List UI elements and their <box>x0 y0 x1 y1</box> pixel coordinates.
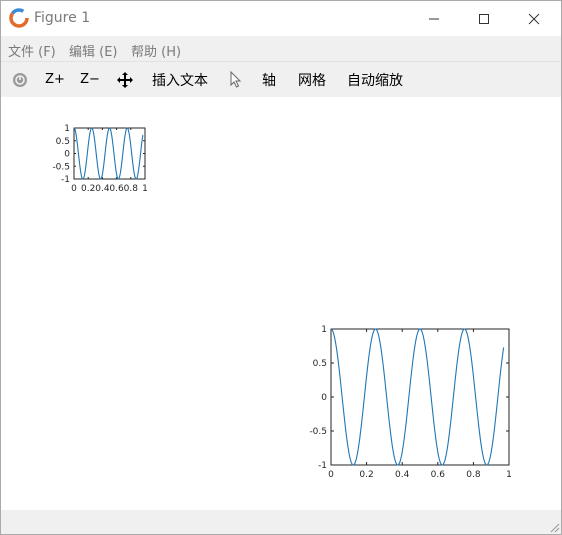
x-tick-label: 0 <box>71 184 77 194</box>
x-tick-label: 0.6 <box>109 184 124 194</box>
y-tick-label: 0 <box>64 150 70 160</box>
octave-app-icon <box>9 8 29 28</box>
y-tick-label: -1 <box>61 175 70 185</box>
y-tick-label: 1 <box>321 325 327 335</box>
axes-small[interactable]: 0 0.2 0.4 0.6 0.8 1-1-0.500.51 <box>52 124 147 194</box>
y-tick-label: 0 <box>321 393 327 403</box>
minimize-icon <box>429 18 439 19</box>
window-title: Figure 1 <box>34 10 91 26</box>
close-button[interactable] <box>511 1 557 36</box>
menu-help[interactable]: 帮助 (H) <box>131 41 181 60</box>
insert-text-button[interactable]: 插入文本 <box>149 62 211 97</box>
rotate-icon <box>13 72 27 87</box>
rotate-button[interactable] <box>9 62 31 97</box>
x-tick-label: 1 <box>142 184 148 194</box>
toolbar: Z+ Z− 插入文本 轴 网格 自动缩放 <box>1 61 561 98</box>
x-tick-label: 0.4 <box>95 184 110 194</box>
zoom-in-button[interactable]: Z+ <box>43 62 67 97</box>
menu-bar: 文件 (F) 编辑 (E) 帮助 (H) <box>1 36 561 61</box>
maximize-icon <box>479 13 489 24</box>
close-icon <box>528 13 540 24</box>
pan-arrows-icon <box>117 71 133 88</box>
y-tick-label: -0.5 <box>309 427 327 437</box>
axes-large[interactable]: 0 0.2 0.4 0.6 0.8 1 -1 -0.5 0 0.5 1 <box>309 325 511 480</box>
select-button[interactable] <box>225 62 247 97</box>
status-bar <box>1 510 561 534</box>
figure-window: Figure 1 文件 (F) 编辑 (E) 帮助 (H) Z+ Z− 插入文本… <box>0 0 562 535</box>
pointer-cursor-icon <box>230 70 242 88</box>
x-tick-label: 0.6 <box>431 470 446 480</box>
maximize-button[interactable] <box>461 1 507 36</box>
x-tick-label: 0 <box>328 470 334 480</box>
menu-edit[interactable]: 编辑 (E) <box>69 41 118 60</box>
y-tick-label: -1 <box>318 461 327 471</box>
axis-button[interactable]: 轴 <box>259 62 279 97</box>
menu-file[interactable]: 文件 (F) <box>8 41 56 60</box>
x-tick-label: 0.2 <box>81 184 95 194</box>
y-tick-label: 0.5 <box>313 359 327 369</box>
y-tick-label: 1 <box>64 124 70 134</box>
x-tick-label: 0.4 <box>395 470 410 480</box>
figure-canvas[interactable]: 0 0.2 0.4 0.6 0.8 1 -1 -0.5 0 0.5 1 0 0.2 0.4 0.6 0.8 1-… <box>1 97 561 510</box>
x-tick-label: 1 <box>506 470 512 480</box>
minimize-button[interactable] <box>411 1 457 36</box>
grid-button[interactable]: 网格 <box>295 62 329 97</box>
y-tick-label: -0.5 <box>52 162 70 172</box>
x-tick-label: 0.8 <box>124 184 139 194</box>
title-bar[interactable]: Figure 1 <box>1 1 561 36</box>
y-tick-label: 0.5 <box>56 137 70 147</box>
autoscale-button[interactable]: 自动缩放 <box>344 62 406 97</box>
x-tick-label: 0.8 <box>466 470 481 480</box>
zoom-out-button[interactable]: Z− <box>78 62 102 97</box>
figure-svg: 0 0.2 0.4 0.6 0.8 1-1-0.500.510 0.2 0.4 0.6 0.8 1-… <box>52 124 511 480</box>
resize-grip-icon[interactable] <box>548 521 560 533</box>
x-tick-label: 0.2 <box>359 470 373 480</box>
pan-button[interactable] <box>114 62 136 97</box>
axes-box-large <box>330 328 510 466</box>
